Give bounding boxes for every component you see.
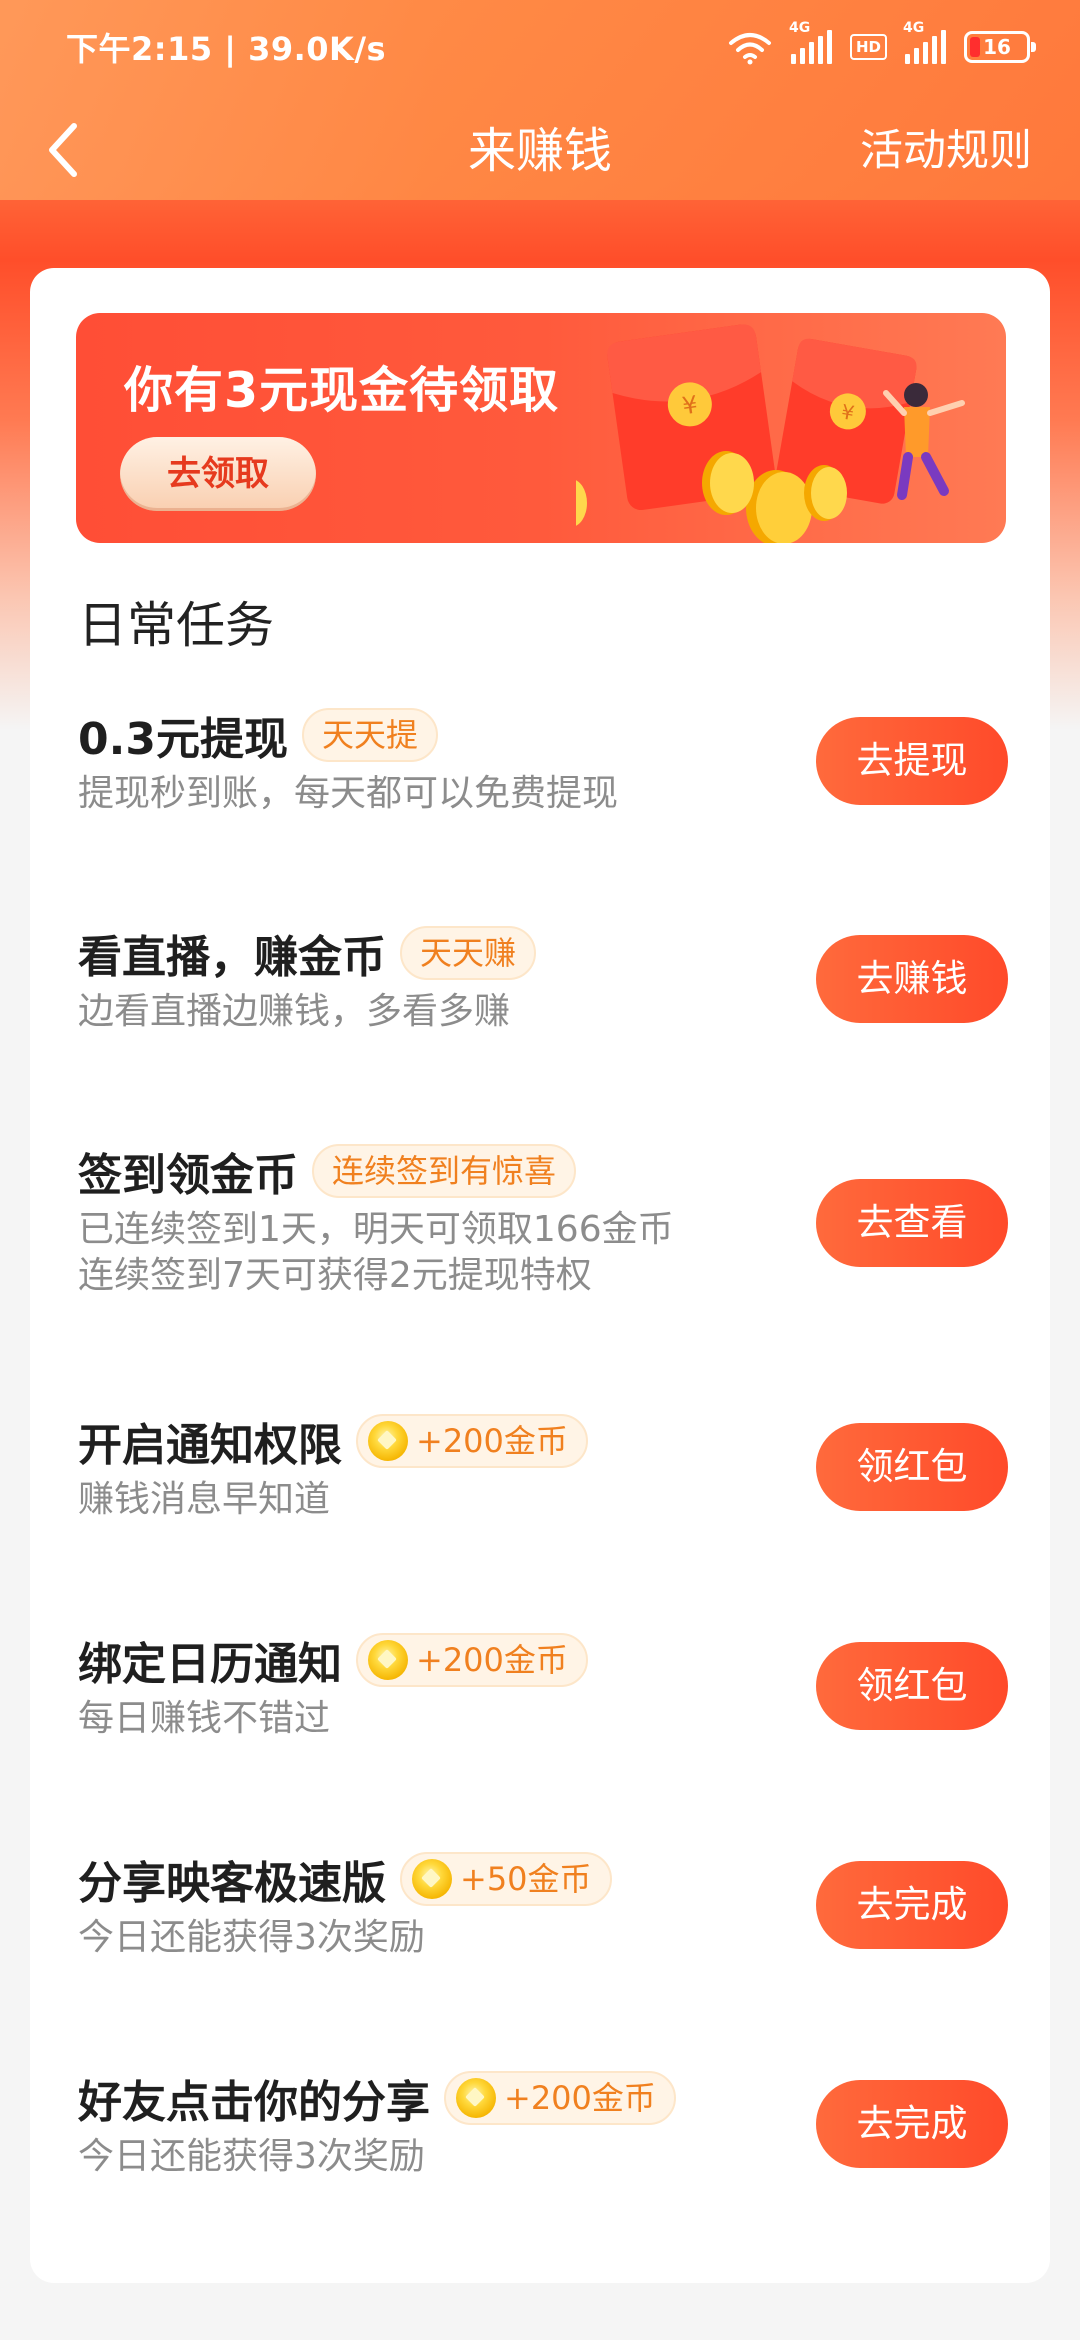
task-row-checkin: 签到领金币 连续签到有惊喜 已连续签到1天，明天可领取166金币 连续签到7天可… xyxy=(78,1141,1008,1299)
tasks-card: 你有3元现金待领取 去领取 ¥ ¥ 日常任务 0.3元提现 天天提 提现秒到账，… xyxy=(30,268,1050,2283)
coin-badge: +50金币 xyxy=(400,1852,612,1906)
red-packet-button[interactable]: 领红包 xyxy=(816,1642,1008,1730)
task-row-calendar: 绑定日历通知 +200金币 每日赚钱不错过 领红包 xyxy=(78,1630,1008,1742)
task-badge: 连续签到有惊喜 xyxy=(312,1144,577,1198)
status-time: 下午2:15 | 39.0K/s xyxy=(66,30,387,68)
cash-banner[interactable]: 你有3元现金待领取 去领取 ¥ ¥ xyxy=(76,313,1006,543)
complete-button[interactable]: 去完成 xyxy=(816,2080,1008,2168)
complete-button[interactable]: 去完成 xyxy=(816,1861,1008,1949)
wifi-icon xyxy=(728,33,771,65)
coin-badge: +200金币 xyxy=(444,2071,676,2125)
red-packet-button[interactable]: 领红包 xyxy=(816,1423,1008,1511)
coin-reward: +200金币 xyxy=(416,1641,568,1679)
signal-4g-icon-2: 4G xyxy=(903,20,946,64)
claim-button[interactable]: 去领取 xyxy=(120,437,316,511)
hd-icon: HD xyxy=(849,34,887,60)
coin-icon xyxy=(456,2078,496,2118)
activity-rules-link[interactable]: 活动规则 xyxy=(860,106,1032,196)
coin-reward: +200金币 xyxy=(504,2079,656,2117)
signal-4g-icon: 4G xyxy=(789,20,832,64)
task-row-share: 分享映客极速版 +50金币 今日还能获得3次奖励 去完成 xyxy=(78,1849,1008,1961)
red-envelope-illustration: ¥ ¥ xyxy=(576,324,965,543)
task-title: 分享映客极速版 xyxy=(78,1858,386,1909)
task-badge: 天天提 xyxy=(301,708,438,762)
task-title: 看直播，赚金币 xyxy=(78,932,386,983)
coin-icon xyxy=(368,1421,408,1461)
status-icons: 4G HD 4G 16 xyxy=(727,20,1036,72)
section-title-daily-tasks: 日常任务 xyxy=(78,597,275,654)
status-bar: 下午2:15 | 39.0K/s 4G HD 4G 16 xyxy=(0,0,1080,96)
task-title: 签到领金币 xyxy=(78,1150,298,1201)
coin-icon xyxy=(412,1859,452,1899)
view-button[interactable]: 去查看 xyxy=(816,1179,1008,1267)
task-row-notify: 开启通知权限 +200金币 赚钱消息早知道 领红包 xyxy=(78,1411,1008,1523)
task-title: 0.3元提现 xyxy=(78,714,288,765)
task-row-withdraw: 0.3元提现 天天提 提现秒到账，每天都可以免费提现 去提现 xyxy=(78,705,1008,817)
signal-label-1: 4G xyxy=(788,20,811,36)
banner-title: 你有3元现金待领取 xyxy=(124,362,560,419)
coin-badge: +200金币 xyxy=(356,1633,588,1687)
coin-icon xyxy=(368,1640,408,1680)
task-row-live: 看直播，赚金币 天天赚 边看直播边赚钱，多看多赚 去赚钱 xyxy=(78,923,1008,1035)
withdraw-button[interactable]: 去提现 xyxy=(816,717,1008,805)
coin-reward: +50金币 xyxy=(460,1860,592,1898)
earn-button[interactable]: 去赚钱 xyxy=(816,935,1008,1023)
coin-reward: +200金币 xyxy=(416,1422,568,1460)
battery-icon: 16 xyxy=(964,31,1036,63)
task-title: 开启通知权限 xyxy=(78,1420,342,1471)
task-title: 绑定日历通知 xyxy=(78,1639,342,1690)
coin-badge: +200金币 xyxy=(356,1414,588,1468)
battery-level: 16 xyxy=(983,35,1011,59)
task-badge: 天天赚 xyxy=(400,926,537,980)
nav-bar: 来赚钱 活动规则 xyxy=(0,96,1080,206)
signal-label-2: 4G xyxy=(903,20,925,36)
task-title: 好友点击你的分享 xyxy=(78,2077,430,2128)
task-row-friend-click: 好友点击你的分享 +200金币 今日还能获得3次奖励 去完成 xyxy=(78,2068,1008,2180)
